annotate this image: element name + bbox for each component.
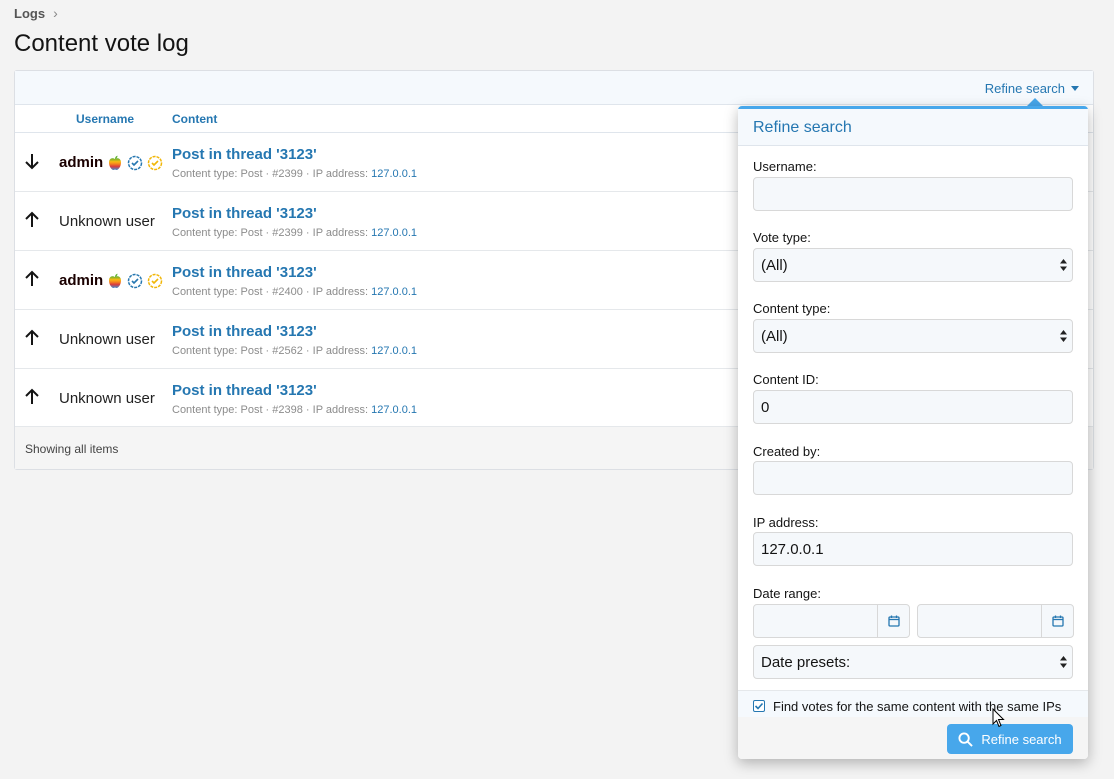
- select-arrows-icon: [1060, 259, 1067, 271]
- date-end-picker-button[interactable]: [1041, 605, 1073, 637]
- column-header-content[interactable]: Content: [172, 112, 217, 126]
- content-meta-text: Content type: Post · #2399 · IP address:: [172, 227, 372, 239]
- gold-check-icon: [147, 155, 163, 170]
- row-username: Unknown user: [59, 213, 155, 230]
- popup-header: Refine search: [738, 109, 1088, 146]
- date-range-label: Date range:: [753, 586, 821, 601]
- refine-search-button-label: Refine search: [981, 731, 1062, 747]
- ip-address-link[interactable]: 127.0.0.1: [371, 227, 417, 239]
- username-text: Unknown user: [59, 331, 155, 348]
- refine-search-popup: Refine search Username: Vote type: (All)…: [738, 106, 1088, 759]
- content-type-value: (All): [761, 327, 788, 345]
- content-type-label: Content type:: [753, 301, 831, 316]
- username-text: Unknown user: [59, 390, 155, 407]
- username-label: Username:: [753, 159, 817, 174]
- refine-search-toggle[interactable]: Refine search: [985, 81, 1079, 96]
- column-header-username[interactable]: Username: [76, 112, 134, 126]
- content-meta: Content type: Post · #2400 · IP address:…: [172, 286, 417, 298]
- chevron-right-icon: ›: [53, 5, 58, 21]
- filter-bar: Refine search: [15, 71, 1093, 105]
- breadcrumb: Logs ›: [14, 5, 58, 21]
- content-meta: Content type: Post · #2562 · IP address:…: [172, 345, 417, 357]
- select-arrows-icon: [1060, 330, 1067, 342]
- vote-type-select[interactable]: (All): [753, 248, 1073, 282]
- content-meta-text: Content type: Post · #2400 · IP address:: [172, 286, 372, 298]
- content-link[interactable]: Post in thread '3123': [172, 205, 317, 222]
- row-username: Unknown user: [59, 331, 155, 348]
- content-meta: Content type: Post · #2398 · IP address:…: [172, 404, 417, 416]
- upvote-arrow-icon: [25, 270, 39, 286]
- search-icon: [958, 731, 974, 747]
- checkmark-icon: [754, 702, 764, 710]
- date-start-input[interactable]: [753, 604, 910, 638]
- mouse-cursor-icon: [992, 708, 1005, 728]
- created-by-label: Created by:: [753, 444, 821, 459]
- content-type-select[interactable]: (All): [753, 319, 1073, 353]
- content-meta-text: Content type: Post · #2398 · IP address:: [172, 404, 372, 416]
- date-presets-value: Date presets:: [761, 653, 851, 671]
- popup-footer: Refine search: [738, 717, 1088, 759]
- date-presets-select[interactable]: Date presets:: [753, 645, 1073, 679]
- apple-icon: [109, 155, 122, 170]
- vote-type-label: Vote type:: [753, 230, 811, 245]
- breadcrumb-item-logs[interactable]: Logs: [14, 6, 45, 21]
- content-link[interactable]: Post in thread '3123': [172, 382, 317, 399]
- calendar-icon: [1051, 615, 1064, 627]
- verified-check-icon: [127, 273, 143, 288]
- upvote-arrow-icon: [25, 329, 39, 345]
- created-by-input[interactable]: [753, 461, 1073, 495]
- username-input[interactable]: [753, 177, 1073, 211]
- row-username: Unknown user: [59, 390, 155, 407]
- username-text: admin: [59, 272, 104, 289]
- date-start-picker-button[interactable]: [877, 605, 909, 637]
- downvote-arrow-icon: [25, 154, 39, 170]
- content-meta-text: Content type: Post · #2399 · IP address:: [172, 168, 372, 180]
- row-username[interactable]: admin: [59, 272, 163, 289]
- row-username[interactable]: admin: [59, 154, 163, 171]
- content-link[interactable]: Post in thread '3123': [172, 323, 317, 340]
- ip-address-link[interactable]: 127.0.0.1: [371, 345, 417, 357]
- select-arrows-icon: [1060, 656, 1067, 668]
- ip-address-label: IP address:: [753, 515, 819, 530]
- caret-down-icon: [1071, 86, 1079, 91]
- content-id-input[interactable]: 0: [753, 390, 1073, 424]
- content-link[interactable]: Post in thread '3123': [172, 264, 317, 281]
- apple-icon: [109, 273, 122, 288]
- content-meta: Content type: Post · #2399 · IP address:…: [172, 227, 417, 239]
- content-meta: Content type: Post · #2399 · IP address:…: [172, 168, 417, 180]
- refine-search-button[interactable]: Refine search: [947, 724, 1073, 754]
- upvote-arrow-icon: [25, 211, 39, 227]
- content-id-label: Content ID:: [753, 372, 819, 387]
- ip-address-input[interactable]: 127.0.0.1: [753, 532, 1073, 566]
- ip-address-link[interactable]: 127.0.0.1: [371, 286, 417, 298]
- ip-address-link[interactable]: 127.0.0.1: [371, 168, 417, 180]
- same-ip-checkbox[interactable]: [753, 700, 765, 712]
- same-ip-checkbox-label[interactable]: Find votes for the same content with the…: [773, 699, 1061, 714]
- username-text: Unknown user: [59, 213, 155, 230]
- content-meta-text: Content type: Post · #2562 · IP address:: [172, 345, 372, 357]
- verified-check-icon: [127, 155, 143, 170]
- refine-search-toggle-label: Refine search: [984, 81, 1065, 96]
- popup-title: Refine search: [753, 119, 852, 136]
- page-title: Content vote log: [14, 30, 189, 57]
- date-end-input[interactable]: [917, 604, 1074, 638]
- showing-items-text: Showing all items: [25, 442, 119, 456]
- content-link[interactable]: Post in thread '3123': [172, 146, 317, 163]
- upvote-arrow-icon: [25, 388, 39, 404]
- ip-address-link[interactable]: 127.0.0.1: [371, 404, 417, 416]
- username-text: admin: [59, 154, 104, 171]
- calendar-icon: [887, 615, 900, 627]
- gold-check-icon: [147, 273, 163, 288]
- vote-type-value: (All): [761, 256, 788, 274]
